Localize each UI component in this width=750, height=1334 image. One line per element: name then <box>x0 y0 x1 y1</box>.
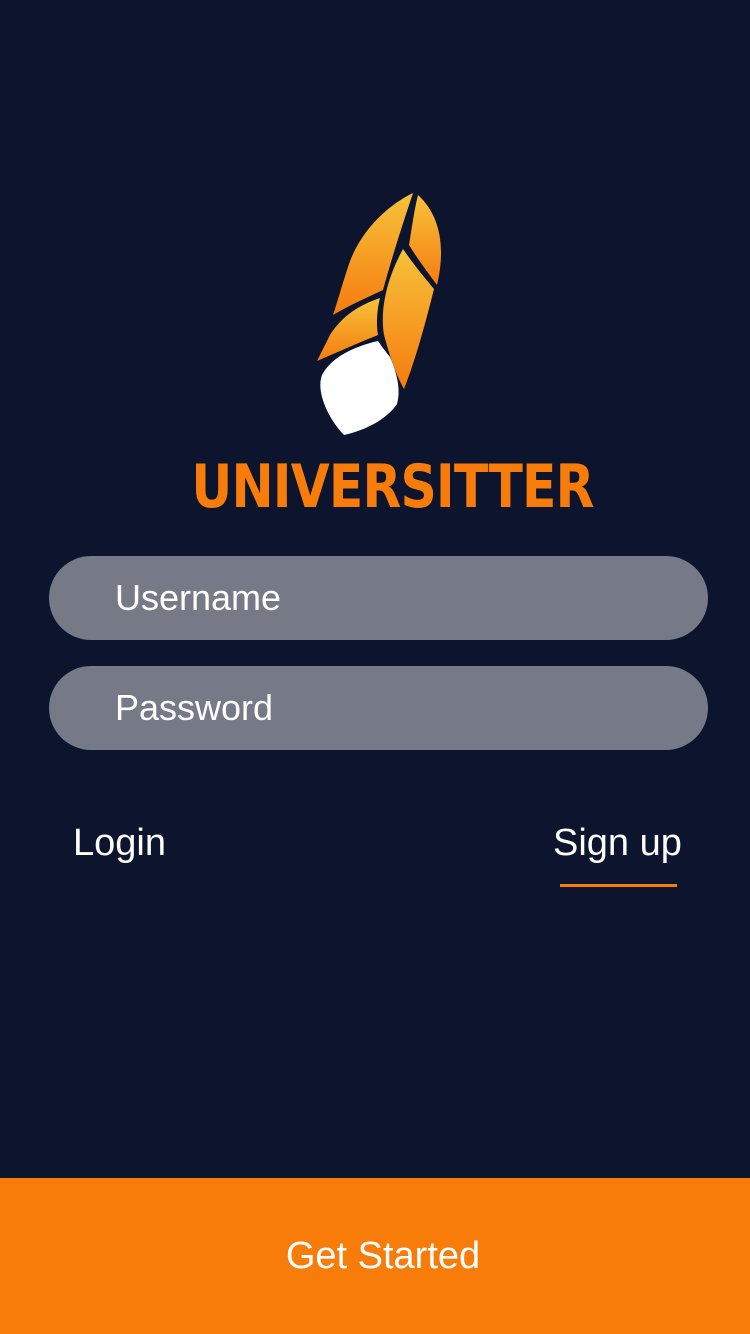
app-name-title: UNIVERSITTER <box>191 452 594 522</box>
app-logo-icon <box>317 193 442 435</box>
tab-login[interactable]: Login <box>73 820 166 866</box>
password-input[interactable] <box>49 666 708 750</box>
active-tab-indicator <box>560 884 677 887</box>
get-started-button[interactable]: Get Started <box>0 1178 750 1334</box>
username-input[interactable] <box>49 556 708 640</box>
tab-signup[interactable]: Sign up <box>553 820 682 866</box>
